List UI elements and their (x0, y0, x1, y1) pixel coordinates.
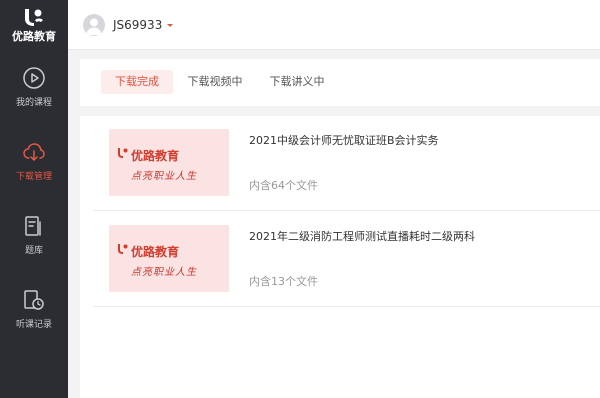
file-count: 内含64个文件 (249, 179, 318, 192)
thumbnail-brand: 优路教育 (131, 149, 180, 163)
sidebar-item-label: 听课记录 (15, 320, 52, 330)
question-bank-icon (25, 216, 41, 236)
tab-downloading-video[interactable]: 下载视频中 (180, 70, 250, 94)
cloud-download-icon (23, 143, 45, 161)
tab-bar: 下载完成 下载视频中 下载讲义中 (80, 59, 600, 106)
logo: 优路教育 (0, 0, 68, 50)
username[interactable]: JS69933 (113, 18, 162, 32)
sidebar-item-question-bank[interactable]: 题库 (0, 198, 68, 272)
sidebar-item-label: 题库 (24, 246, 43, 256)
logo-icon (118, 244, 128, 254)
user-icon (86, 18, 102, 35)
thumbnail-slogan: 点亮职业人生 (131, 267, 197, 278)
thumbnail-brand: 优路教育 (131, 245, 180, 259)
play-circle-icon (23, 67, 45, 89)
course-title[interactable]: 2021中级会计师无忧取证班B会计实务 (249, 132, 439, 148)
thumbnail-slogan: 点亮职业人生 (131, 171, 197, 182)
header: JS69933 (68, 0, 600, 50)
tab-downloading-handout[interactable]: 下载讲义中 (262, 70, 332, 94)
avatar[interactable] (83, 13, 105, 36)
history-record-icon (24, 290, 44, 310)
course-title[interactable]: 2021年二级消防工程师测试直播耗时二级两科 (249, 228, 475, 244)
tab-download-complete[interactable]: 下载完成 (101, 70, 173, 94)
list-item[interactable]: 优路教育 点亮职业人生 2021中级会计师无忧取证班B会计实务 内含64个文件 (93, 116, 600, 211)
list-item[interactable]: 优路教育 点亮职业人生 2021年二级消防工程师测试直播耗时二级两科 内含13个… (93, 212, 600, 307)
chevron-down-icon[interactable] (167, 23, 174, 27)
logo-icon (25, 8, 43, 26)
sidebar-item-my-courses[interactable]: 我的课程 (0, 50, 68, 124)
file-count: 内含13个文件 (249, 275, 318, 288)
sidebar-item-label: 我的课程 (15, 98, 52, 108)
course-thumbnail: 优路教育 点亮职业人生 (109, 129, 229, 196)
course-thumbnail: 优路教育 点亮职业人生 (109, 225, 229, 292)
sidebar: 优路教育 我的课程 下载管理 题库 听课记录 (0, 0, 68, 398)
logo-text: 优路教育 (12, 29, 56, 43)
sidebar-item-download-management[interactable]: 下载管理 (0, 124, 68, 198)
sidebar-item-history-record[interactable]: 听课记录 (0, 272, 68, 346)
logo-icon (118, 148, 128, 158)
sidebar-item-label: 下载管理 (15, 172, 52, 182)
download-list: 优路教育 点亮职业人生 2021中级会计师无忧取证班B会计实务 内含64个文件 … (80, 116, 600, 398)
